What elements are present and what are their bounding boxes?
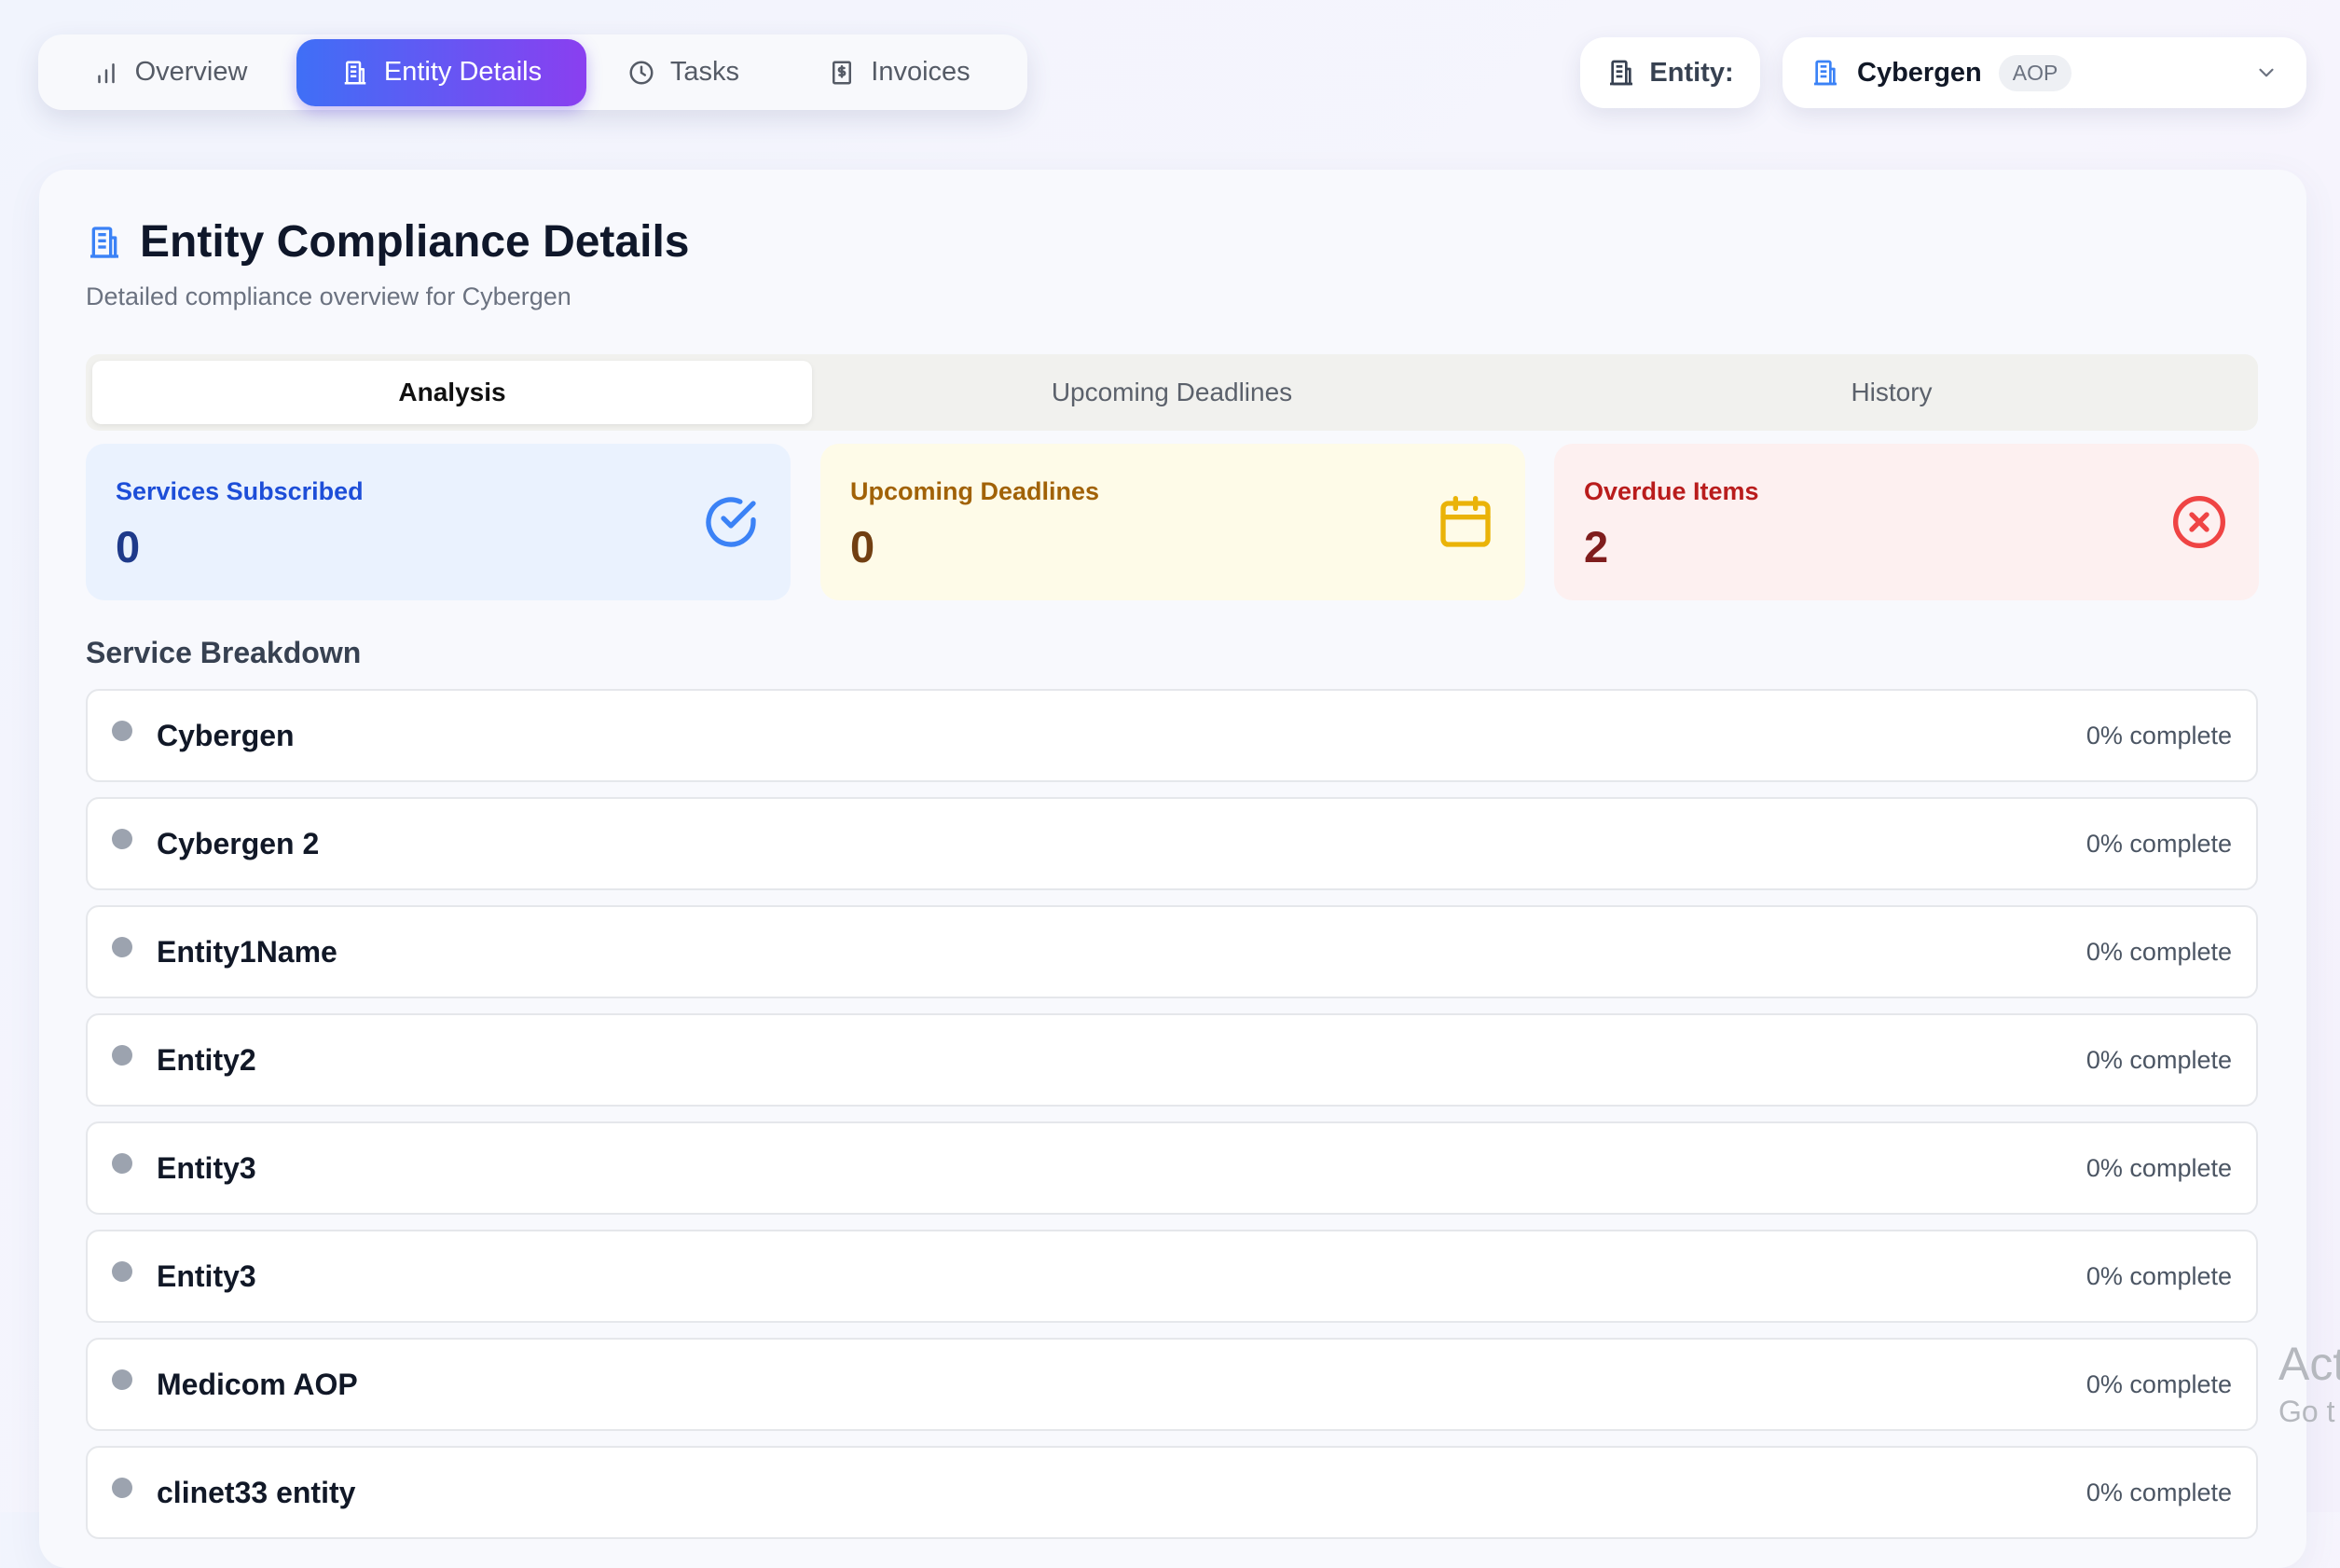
service-breakdown-list: Cybergen 0% complete Cybergen 2 0% compl… bbox=[86, 689, 2258, 1554]
service-name: Entity2 bbox=[157, 1042, 256, 1077]
upcoming-deadlines-stat: Upcoming Deadlines 0 bbox=[820, 444, 1525, 600]
nav-tasks-label: Tasks bbox=[669, 57, 740, 87]
service-progress: 0% complete bbox=[2085, 829, 2232, 858]
service-name: Entity1Name bbox=[157, 934, 337, 969]
nav-overview[interactable]: Overview bbox=[43, 39, 296, 106]
service-progress: 0% complete bbox=[2085, 1153, 2232, 1182]
status-dot bbox=[112, 1261, 132, 1282]
service-progress: 0% complete bbox=[2085, 1478, 2232, 1506]
page-title: Entity Compliance Details bbox=[140, 217, 690, 267]
status-dot bbox=[112, 1045, 132, 1066]
service-progress: 0% complete bbox=[2085, 1045, 2232, 1074]
upcoming-deadlines-label: Upcoming Deadlines bbox=[850, 477, 1100, 505]
main-nav: Overview Entity Details Tasks Invoices bbox=[38, 34, 1027, 110]
nav-invoices[interactable]: Invoices bbox=[780, 39, 1018, 106]
building-icon bbox=[1610, 60, 1633, 86]
entity-type-badge: AOP bbox=[1998, 54, 2072, 91]
bar-chart-icon bbox=[97, 62, 115, 83]
selected-entity-name: Cybergen bbox=[1857, 57, 1982, 88]
services-subscribed-label: Services Subscribed bbox=[116, 477, 364, 505]
check-circle-icon bbox=[706, 497, 756, 547]
services-subscribed-value: 0 bbox=[116, 522, 141, 571]
building-icon bbox=[90, 226, 118, 258]
entity-select[interactable]: Cybergen AOP bbox=[1783, 37, 2306, 108]
status-dot bbox=[112, 721, 132, 741]
service-row[interactable]: Cybergen 0% complete bbox=[86, 689, 2258, 782]
details-tabs: Analysis Upcoming Deadlines History bbox=[86, 354, 2258, 431]
clock-icon bbox=[629, 61, 654, 84]
service-name: Entity3 bbox=[157, 1259, 256, 1293]
service-row[interactable]: Cybergen 2 0% complete bbox=[86, 797, 2258, 890]
watermark-line-1: Act bbox=[2278, 1338, 2340, 1390]
service-row[interactable]: Entity1Name 0% complete bbox=[86, 905, 2258, 998]
service-row[interactable]: clinet33 entity 0% complete bbox=[86, 1446, 2258, 1539]
title-row: Entity Compliance Details bbox=[86, 216, 1204, 268]
entity-label-text: Entity: bbox=[1649, 57, 1734, 88]
services-subscribed-stat: Services Subscribed 0 bbox=[86, 444, 791, 600]
overdue-items-stat: Overdue Items 2 bbox=[1554, 444, 2259, 600]
service-name: clinet33 entity bbox=[157, 1475, 356, 1509]
x-circle-icon bbox=[2173, 496, 2225, 548]
building-icon bbox=[1814, 60, 1837, 86]
entity-details-card: Entity Compliance Details Detailed compl… bbox=[39, 170, 2306, 1568]
nav-tasks[interactable]: Tasks bbox=[586, 39, 780, 106]
service-row[interactable]: Entity3 0% complete bbox=[86, 1121, 2258, 1215]
upcoming-deadlines-value: 0 bbox=[850, 522, 875, 571]
service-progress: 0% complete bbox=[2085, 1261, 2232, 1290]
tab-history[interactable]: History bbox=[1532, 361, 2251, 424]
watermark-line-2: Go t bbox=[2278, 1395, 2335, 1428]
nav-entity-details-label: Entity Details bbox=[383, 57, 543, 87]
status-dot bbox=[112, 1153, 132, 1174]
chevron-down-icon bbox=[2259, 68, 2274, 77]
service-breakdown-title: Service Breakdown bbox=[86, 636, 362, 669]
entity-label: Entity: bbox=[1580, 37, 1760, 108]
service-row[interactable]: Entity2 0% complete bbox=[86, 1013, 2258, 1107]
service-name: Medicom AOP bbox=[157, 1367, 358, 1401]
card-header: Entity Compliance Details Detailed compl… bbox=[86, 216, 1204, 311]
service-name: Cybergen 2 bbox=[157, 826, 320, 860]
service-name: Entity3 bbox=[157, 1150, 256, 1185]
service-row[interactable]: Entity3 0% complete bbox=[86, 1230, 2258, 1323]
service-progress: 0% complete bbox=[2085, 937, 2232, 966]
overdue-items-label: Overdue Items bbox=[1584, 477, 1759, 505]
service-progress: 0% complete bbox=[2085, 1369, 2232, 1398]
nav-entity-details[interactable]: Entity Details bbox=[296, 38, 586, 106]
service-name: Cybergen bbox=[157, 718, 295, 752]
page-subtitle: Detailed compliance overview for Cyberge… bbox=[86, 282, 571, 310]
overdue-items-value: 2 bbox=[1584, 522, 1609, 571]
service-row[interactable]: Medicom AOP 0% complete bbox=[86, 1338, 2258, 1431]
status-dot bbox=[112, 1478, 132, 1498]
status-dot bbox=[112, 1369, 132, 1390]
activation-watermark: Act Go t bbox=[2278, 1339, 2340, 1428]
service-progress: 0% complete bbox=[2085, 721, 2232, 750]
building-icon bbox=[344, 61, 366, 84]
nav-invoices-label: Invoices bbox=[871, 57, 970, 87]
status-dot bbox=[112, 937, 132, 957]
calendar-icon bbox=[1440, 496, 1491, 547]
status-dot bbox=[112, 829, 132, 849]
nav-overview-label: Overview bbox=[134, 57, 248, 87]
tab-upcoming-deadlines[interactable]: Upcoming Deadlines bbox=[812, 361, 1532, 424]
receipt-icon bbox=[833, 61, 852, 84]
top-bar: Overview Entity Details Tasks Invoices E… bbox=[0, 0, 2340, 149]
tab-analysis[interactable]: Analysis bbox=[92, 361, 812, 424]
